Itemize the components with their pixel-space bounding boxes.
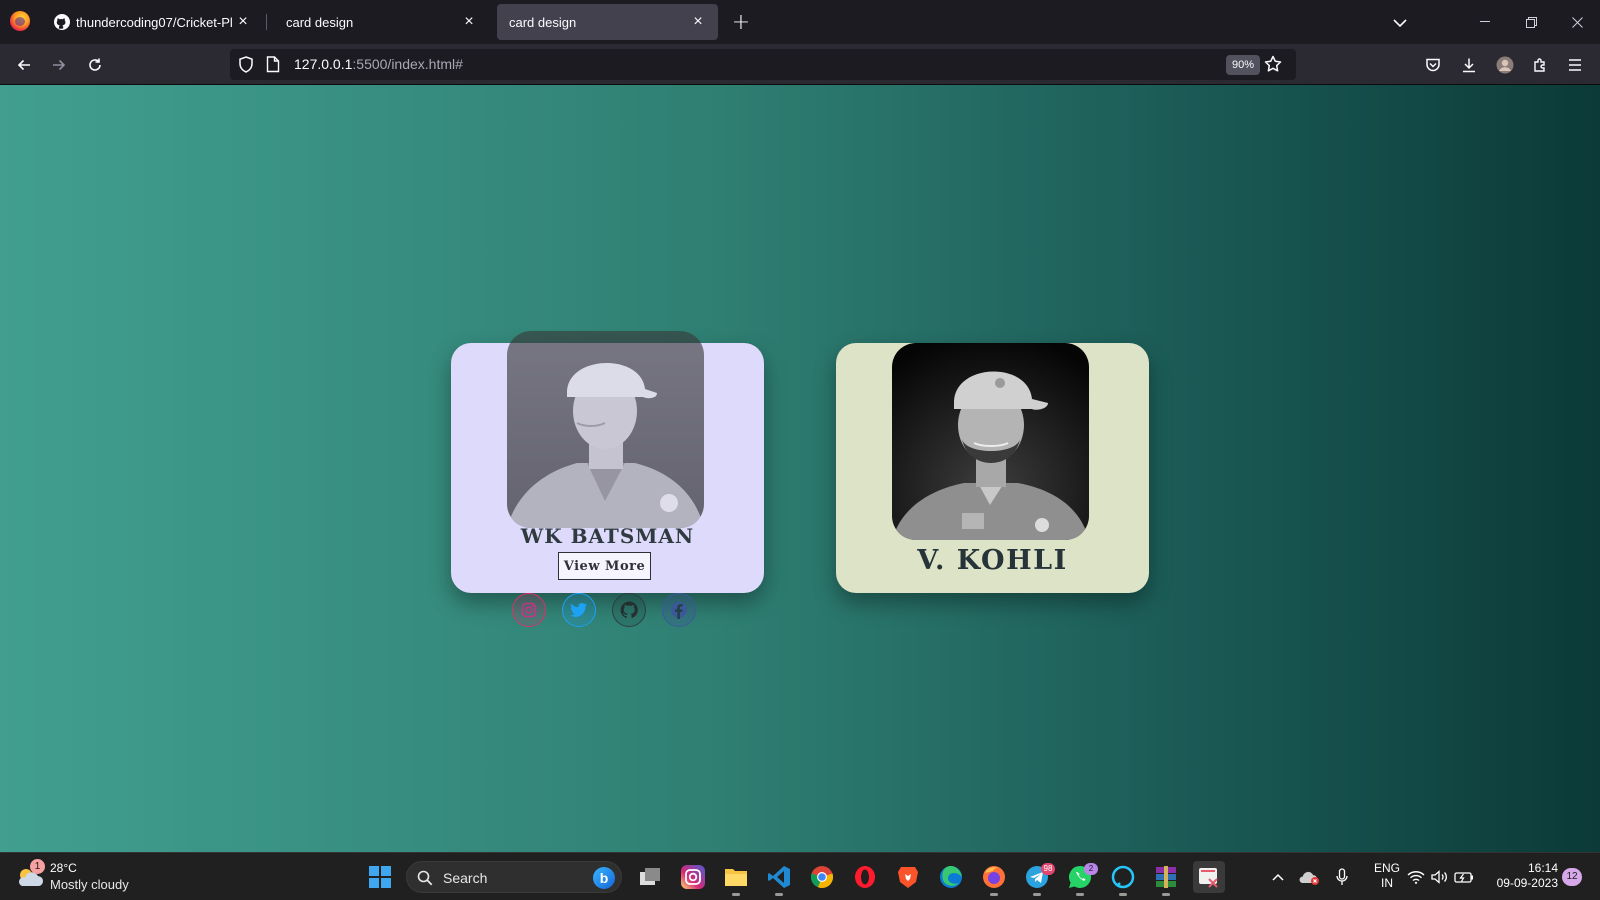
extensions-icon[interactable] [1525,50,1555,80]
file-explorer-icon[interactable] [720,861,752,896]
player-card-dhoni[interactable]: WK BATSMAN View More [451,331,764,593]
firefox-taskbar-icon[interactable] [978,861,1010,896]
windows-taskbar: 1 28°C Mostly cloudy Search b 98 2 ENG I… [0,852,1600,900]
github-icon [54,14,70,30]
player-card-kohli[interactable]: V. KOHLI [836,343,1149,593]
whatsapp-icon[interactable]: 2 [1064,861,1098,896]
downloads-icon[interactable] [1454,50,1484,80]
instagram-app-icon[interactable] [677,861,709,893]
whatsapp-unread-badge: 2 [1084,863,1098,875]
vscode-icon[interactable] [763,861,795,896]
brave-icon[interactable] [892,861,924,893]
back-button[interactable] [9,50,39,80]
search-icon [417,870,433,890]
onedrive-error-icon[interactable] [1297,861,1321,893]
list-all-tabs-icon[interactable] [1389,12,1411,34]
show-hidden-icons-chevron-icon[interactable] [1266,861,1290,893]
restore-icon[interactable] [1511,6,1551,38]
wifi-icon[interactable] [1404,861,1428,893]
tab-card-design-2[interactable]: card design × [497,4,718,40]
page-info-icon[interactable] [266,56,280,77]
navigation-toolbar: 127.0.0.1:5500/index.html# 90% [0,44,1600,85]
notification-center-badge[interactable]: 12 [1562,868,1582,886]
bookmark-star-icon[interactable] [1263,54,1283,78]
language-region: IN [1381,876,1393,890]
zoom-level-button[interactable]: 90% [1226,55,1261,75]
taskbar-search[interactable]: Search b [406,861,622,893]
close-tab-icon[interactable]: × [688,12,708,32]
weather-alert-badge: 1 [30,859,45,874]
card-role-label: WK BATSMAN [520,524,695,548]
winrar-icon[interactable] [1150,861,1182,896]
bing-icon[interactable]: b [593,867,615,889]
tab-github[interactable]: thundercoding07/Cricket-Playe × [44,4,263,40]
tab-divider [266,14,267,30]
player-photo-dhoni [507,331,704,528]
new-tab-button[interactable]: + [729,10,753,35]
tab-title: card design [509,14,577,30]
start-button[interactable] [364,861,396,893]
telegram-icon[interactable]: 98 [1021,861,1055,896]
minimize-icon[interactable] [1465,6,1505,38]
tab-strip: thundercoding07/Cricket-Playe × card des… [0,0,1600,44]
taskbar-clock[interactable]: 16:14 09-09-2023 [1488,861,1558,891]
alexa-icon[interactable] [1107,861,1139,896]
language-code: ENG [1373,861,1400,875]
tracking-protection-shield-icon[interactable] [238,56,254,77]
firefox-menu-icon[interactable] [10,11,30,31]
edge-icon[interactable] [935,861,967,893]
search-placeholder: Search [443,870,488,886]
volume-icon[interactable] [1428,861,1452,893]
forward-button[interactable] [44,50,74,80]
card-player-name: V. KOHLI [917,545,1068,576]
view-more-button[interactable]: View More [558,552,651,580]
task-view-icon[interactable] [634,861,666,893]
telegram-unread-badge: 98 [1041,863,1055,875]
weather-temperature: 28°C [50,861,77,875]
battery-charging-icon[interactable] [1452,861,1476,893]
chrome-icon[interactable] [806,861,838,893]
opera-icon[interactable] [849,861,881,893]
app-menu-icon[interactable] [1560,50,1590,80]
close-tab-icon[interactable]: × [233,12,253,32]
url-host: 127.0.0.1 [294,56,353,72]
close-tab-icon[interactable]: × [459,12,479,32]
url-text[interactable]: 127.0.0.1:5500/index.html# [294,49,463,80]
weather-condition: Mostly cloudy [50,877,129,892]
reload-button[interactable] [80,50,110,80]
close-window-icon[interactable] [1557,6,1597,38]
weather-widget[interactable]: 1 28°C Mostly cloudy [16,859,146,895]
clock-time: 16:14 [1527,861,1558,875]
tab-title: card design [286,14,354,30]
address-bar[interactable]: 127.0.0.1:5500/index.html# 90% [230,49,1296,80]
account-avatar-icon[interactable] [1490,50,1520,80]
microphone-icon[interactable] [1330,861,1354,893]
clock-date: 09-09-2023 [1496,876,1558,890]
tab-card-design-1[interactable]: card design × [270,4,489,40]
twitter-icon[interactable] [562,593,596,627]
player-photo-kohli [892,343,1089,540]
instagram-icon[interactable] [512,593,546,627]
pocket-icon[interactable] [1418,50,1448,80]
snipping-tool-icon[interactable] [1193,861,1225,893]
github-icon[interactable] [612,593,646,627]
url-path: :5500/index.html# [352,56,463,72]
facebook-icon[interactable] [662,593,696,627]
tab-title: thundercoding07/Cricket-Playe [76,14,233,30]
page-content: WK BATSMAN View More V. KOHLI [0,85,1600,852]
input-language-indicator[interactable]: ENG IN [1367,861,1407,891]
